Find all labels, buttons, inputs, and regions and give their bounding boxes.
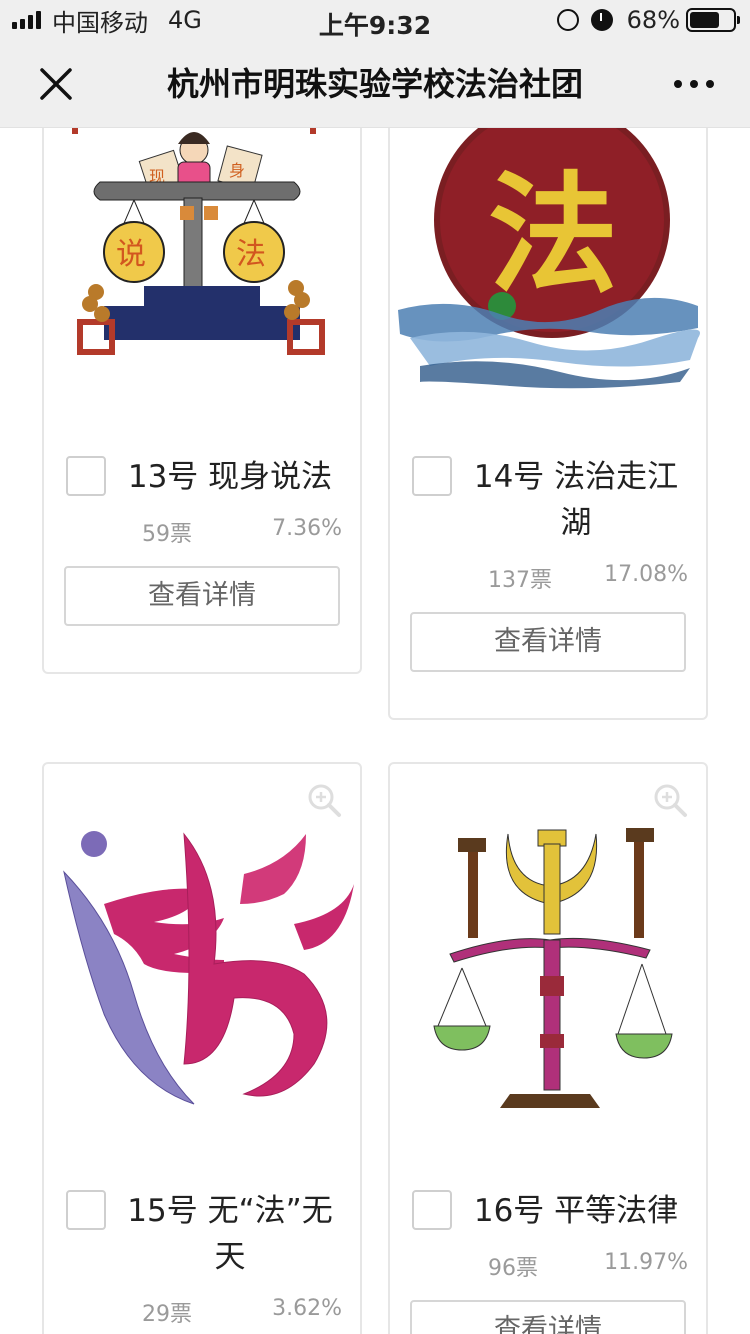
- vote-stats: 96票 11.97%: [412, 1250, 688, 1282]
- vote-percent: 11.97%: [604, 1250, 688, 1275]
- entry-title: 15号 无“法”无天: [127, 1193, 333, 1275]
- battery-level-fill: [690, 12, 719, 28]
- zoom-in-icon[interactable]: [306, 782, 342, 818]
- artwork-paper-text: 身: [229, 161, 245, 180]
- vote-option-16[interactable]: 16号 平等法律: [412, 1188, 692, 1234]
- vote-percent: 7.36%: [272, 516, 342, 541]
- vote-card-13: 现 身 说 法 13号 现身说法 59票 7.36% 查看详情: [42, 128, 362, 674]
- artwork-image-16[interactable]: [390, 764, 706, 1144]
- more-button[interactable]: [674, 74, 714, 94]
- status-right: 68%: [556, 6, 740, 34]
- vote-count: 137票: [488, 568, 552, 593]
- artwork-caption-left: 说: [116, 237, 146, 272]
- artwork-caption-right: 法: [236, 237, 266, 272]
- alarm-icon: [590, 9, 613, 31]
- entry-title: 14号 法治走江湖: [473, 459, 679, 541]
- vote-card-14: 法 14号 法治走江湖 137票 17.08% 查看详情: [388, 128, 708, 720]
- vote-card-16: 16号 平等法律 96票 11.97% 查看详情: [388, 762, 708, 1334]
- vote-percent: 17.08%: [604, 562, 688, 587]
- more-dot-icon: [674, 80, 682, 88]
- entry-title: 16号 平等法律: [473, 1193, 679, 1229]
- battery-icon: [686, 8, 740, 32]
- vote-percent: 3.62%: [272, 1296, 342, 1321]
- status-bar: 中国移动 4G 上午9:32 68%: [0, 0, 750, 40]
- vote-stats: 137票 17.08%: [412, 562, 688, 594]
- more-dot-icon: [706, 80, 714, 88]
- vote-option-15[interactable]: 15号 无“法”无天: [66, 1188, 346, 1280]
- vote-list[interactable]: 现 身 说 法 13号 现身说法 59票 7.36% 查看详情 法 14号 法治…: [0, 128, 750, 1334]
- vote-card-15: 15号 无“法”无天 29票 3.62%: [42, 762, 362, 1334]
- battery-percent: 68%: [626, 6, 680, 34]
- vote-checkbox[interactable]: [66, 1190, 106, 1230]
- vote-checkbox[interactable]: [412, 1190, 452, 1230]
- vote-stats: 59票 7.36%: [66, 516, 342, 548]
- close-button[interactable]: [36, 64, 76, 104]
- vote-option-14[interactable]: 14号 法治走江湖: [412, 454, 692, 546]
- vote-count: 29票: [142, 1302, 192, 1327]
- vote-checkbox[interactable]: [412, 456, 452, 496]
- view-details-button[interactable]: 查看详情: [410, 1300, 686, 1334]
- entry-title: 13号 现身说法: [127, 459, 333, 495]
- artwork-image-14[interactable]: 法: [390, 128, 706, 410]
- vote-stats: 29票 3.62%: [66, 1296, 342, 1328]
- vote-count: 96票: [488, 1256, 538, 1281]
- view-details-button[interactable]: 查看详情: [410, 612, 686, 672]
- vote-checkbox[interactable]: [66, 456, 106, 496]
- view-details-button[interactable]: 查看详情: [64, 566, 340, 626]
- vote-count: 59票: [142, 522, 192, 547]
- artwork-caption: 法: [488, 159, 618, 311]
- orientation-lock-icon: [556, 9, 579, 31]
- artwork-image-13[interactable]: 现 身 说 法: [44, 128, 360, 410]
- more-dot-icon: [690, 80, 698, 88]
- close-icon: [40, 68, 72, 100]
- vote-option-13[interactable]: 13号 现身说法: [66, 454, 346, 500]
- zoom-in-icon[interactable]: [652, 782, 688, 818]
- artwork-image-15[interactable]: [44, 764, 360, 1144]
- nav-bar: 杭州市明珠实验学校法治社团: [0, 40, 750, 128]
- page-title: 杭州市明珠实验学校法治社团: [166, 65, 583, 103]
